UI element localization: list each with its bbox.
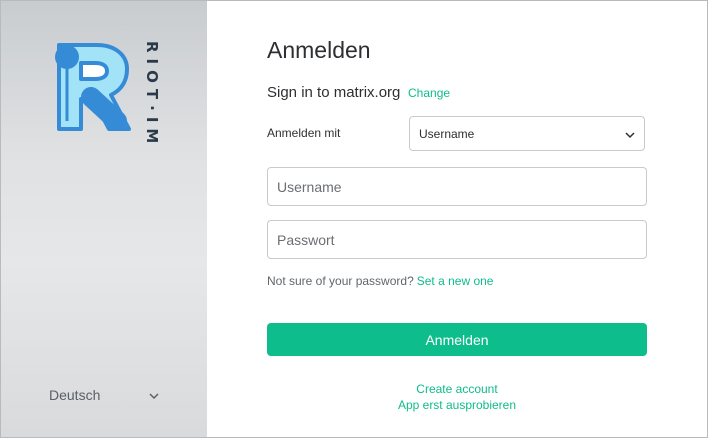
page-title: Anmelden	[267, 37, 371, 63]
try-app-link[interactable]: App erst ausprobieren	[267, 397, 647, 413]
change-server-link[interactable]: Change	[408, 86, 450, 100]
language-selector[interactable]: Deutsch	[49, 387, 100, 403]
username-input[interactable]	[267, 167, 647, 206]
server-text: Sign in to matrix.org	[267, 84, 401, 101]
sidebar: RIOT·IM Deutsch	[1, 1, 207, 437]
login-type-select[interactable]: Username	[409, 116, 645, 151]
chevron-down-icon[interactable]	[148, 390, 160, 402]
forgot-password-row: Not sure of your password? Set a new one	[267, 274, 493, 288]
secondary-links: Create account App erst ausprobieren	[267, 381, 647, 413]
chevron-down-icon	[625, 132, 635, 139]
forgot-password-link[interactable]: Set a new one	[417, 274, 494, 288]
submit-button[interactable]: Anmelden	[267, 323, 647, 356]
login-with-label: Anmelden mit	[267, 126, 341, 140]
login-type-value: Username	[419, 127, 475, 141]
create-account-link[interactable]: Create account	[267, 381, 647, 397]
brand-text: RIOT·IM	[143, 41, 161, 150]
password-input[interactable]	[267, 220, 647, 259]
forgot-password-text: Not sure of your password?	[267, 274, 414, 288]
riot-logo-icon	[55, 43, 131, 131]
login-window: RIOT·IM Deutsch Anmelden Sign in to matr…	[0, 0, 708, 438]
